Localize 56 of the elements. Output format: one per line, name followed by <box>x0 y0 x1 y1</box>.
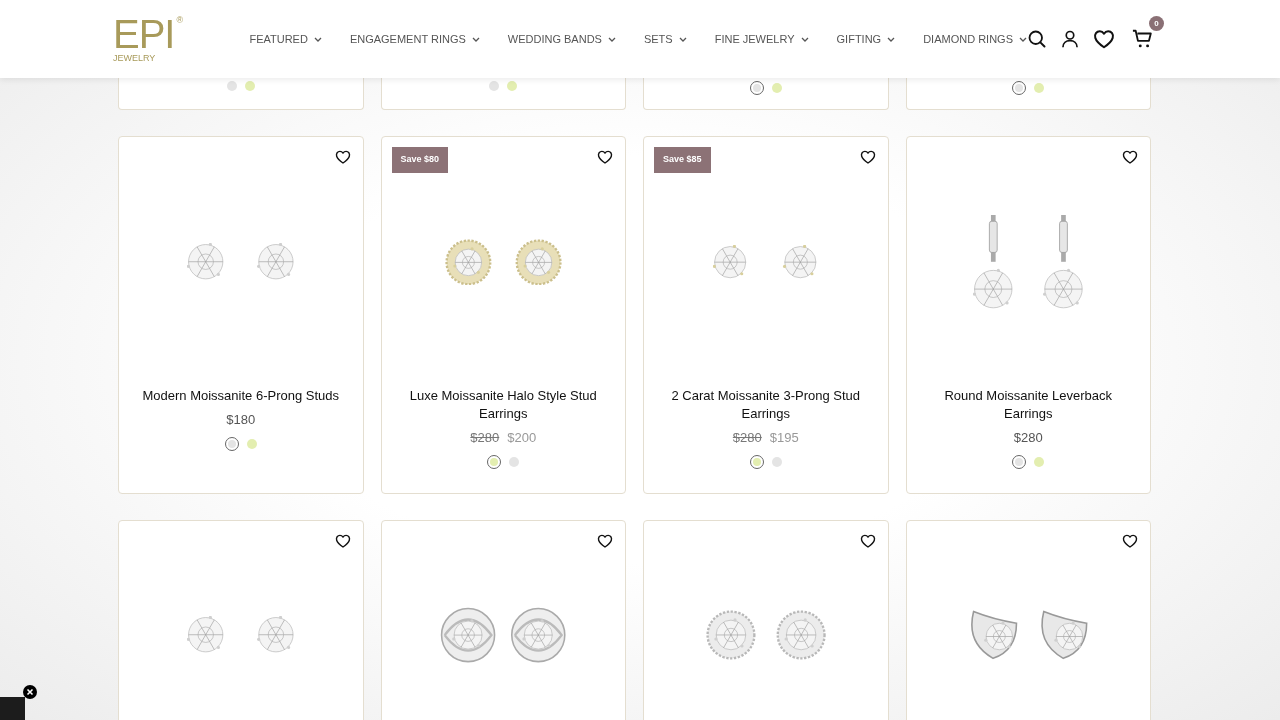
product-title[interactable]: Luxe Moissanite Halo Style Stud Earrings <box>393 387 613 423</box>
original-price: $280 <box>470 429 500 447</box>
nav-menu-item[interactable]: FINE JEWELRY <box>714 30 809 48</box>
price: $200 <box>507 429 537 447</box>
heart-icon[interactable] <box>859 149 876 165</box>
chevron-down-icon <box>887 36 896 42</box>
chevron-down-icon <box>678 36 687 42</box>
color-swatch[interactable] <box>771 83 782 93</box>
save-badge: Save $85 <box>654 147 711 173</box>
color-swatch[interactable] <box>489 81 500 91</box>
color-swatch[interactable] <box>1034 83 1045 93</box>
close-icon[interactable] <box>23 685 37 699</box>
cart-icon[interactable] <box>1132 28 1154 50</box>
nav-menu-item[interactable]: ENGAGEMENT RINGS <box>349 30 480 48</box>
price: $280 <box>1013 429 1043 447</box>
heart-icon[interactable] <box>1122 533 1138 549</box>
price: $195 <box>769 429 799 447</box>
chevron-down-icon <box>313 36 322 42</box>
chevron-down-icon <box>1019 36 1027 42</box>
product-title[interactable]: 2 Carat Moissanite 3-Prong Stud Earrings <box>656 387 876 423</box>
color-swatch[interactable] <box>246 438 257 449</box>
chevron-down-icon <box>800 36 809 42</box>
product-card[interactable]: Save $85 2 Carat Moissanite 3-Prong Stud Earrings $280 $195 <box>643 136 889 494</box>
nav-menu-item[interactable]: GIFTING <box>836 30 896 48</box>
nav-menu-item[interactable]: FEATURED <box>249 30 322 48</box>
product-card[interactable]: Round Moissanite Leverback Earrings $280 <box>905 136 1151 494</box>
chevron-down-icon <box>471 36 480 42</box>
chevron-down-icon <box>607 36 616 42</box>
color-swatch[interactable] <box>507 81 518 91</box>
heart-icon[interactable] <box>859 533 876 549</box>
color-swatch[interactable] <box>244 81 255 91</box>
product-card[interactable]: Save $80 Luxe Moissanite Halo Style Stud Earrings $280 $200 <box>380 136 626 494</box>
logo-subtitle: JEWELRY <box>113 53 156 63</box>
product-card[interactable]: Modern Moissanite 6-Prong Studs $180 <box>118 136 364 494</box>
heart-icon[interactable] <box>334 149 351 165</box>
heart-icon[interactable] <box>334 533 351 549</box>
color-swatch[interactable] <box>771 456 782 467</box>
heart-icon[interactable] <box>1122 149 1138 165</box>
price: $180 <box>226 411 256 429</box>
cart-count-badge: 0 <box>1149 16 1164 31</box>
nav-menu-item[interactable]: SETS <box>643 30 687 48</box>
nav-menu-item[interactable]: DIAMOND RINGS <box>923 30 1027 48</box>
nav-menu-item[interactable]: WEDDING BANDS <box>507 30 616 48</box>
heart-icon[interactable] <box>597 533 613 549</box>
registered-mark: ® <box>176 15 184 25</box>
heart-icon[interactable] <box>1093 28 1115 50</box>
product-title[interactable]: Round Moissanite Leverback Earrings <box>918 387 1138 423</box>
heart-icon[interactable] <box>597 149 613 165</box>
color-swatch[interactable] <box>226 81 237 91</box>
color-swatch[interactable] <box>1034 456 1045 467</box>
product-title[interactable]: Modern Moissanite 6-Prong Studs <box>142 387 339 405</box>
original-price: $280 <box>732 429 762 447</box>
search-icon[interactable] <box>1027 29 1047 49</box>
user-icon[interactable] <box>1060 29 1080 49</box>
save-badge: Save $80 <box>391 147 449 173</box>
color-swatch[interactable] <box>509 456 520 467</box>
